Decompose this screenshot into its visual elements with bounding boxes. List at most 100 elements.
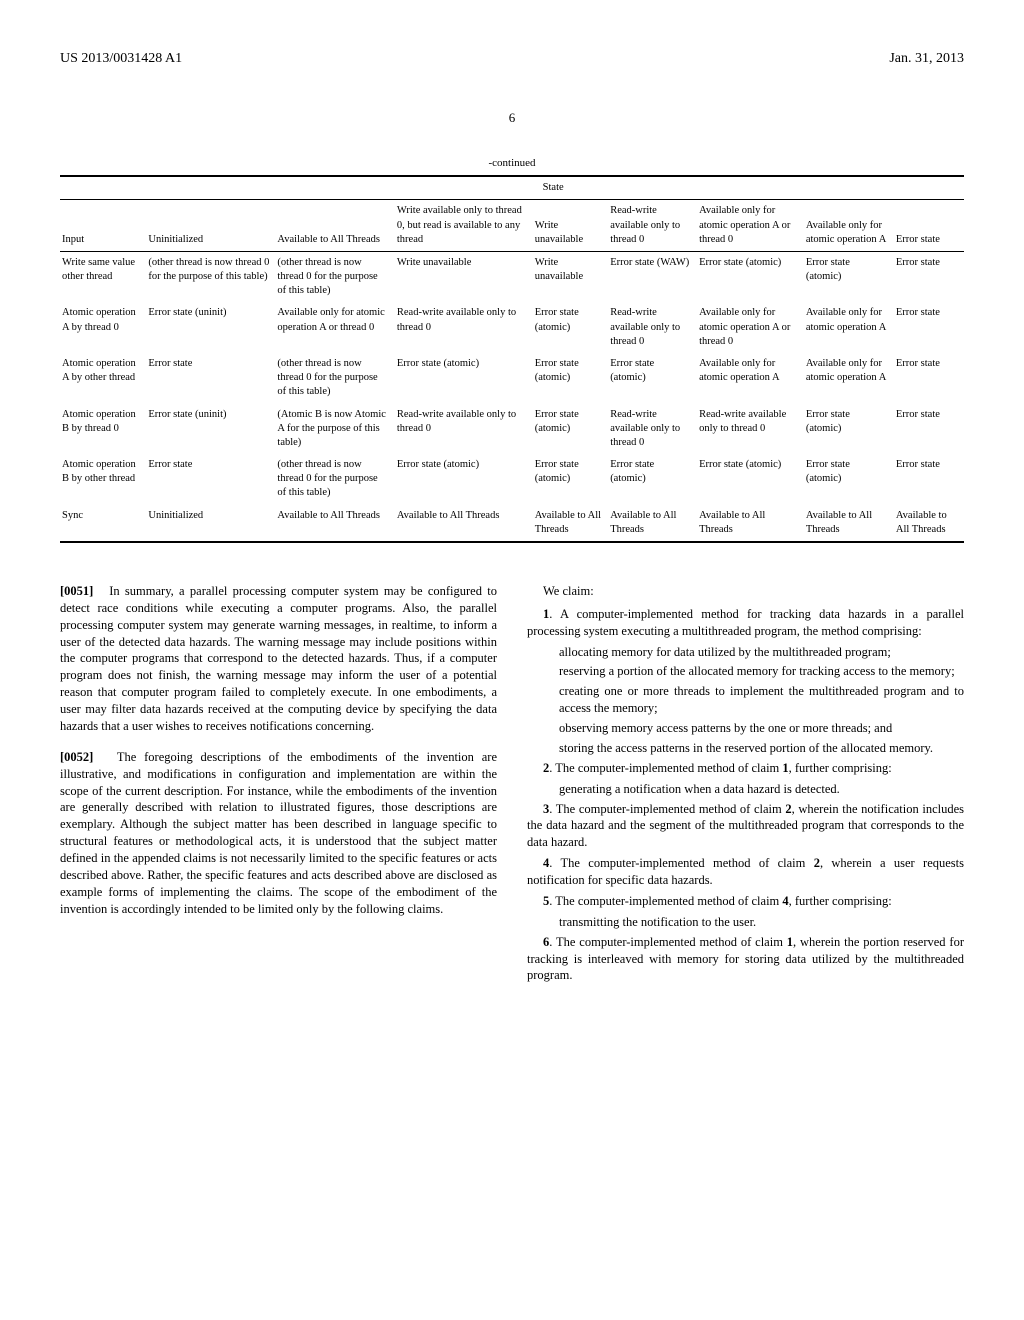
table-cell: (Atomic B is now Atomic A for the purpos… <box>275 404 394 455</box>
claim-2-step: generating a notification when a data ha… <box>543 781 964 798</box>
table-cell: Error state (atomic) <box>697 454 804 505</box>
page-header: US 2013/0031428 A1 Jan. 31, 2013 <box>60 50 964 69</box>
table-col-header: Read-write available only to thread 0 <box>608 200 697 252</box>
table-cell: (other thread is now thread 0 for the pu… <box>275 353 394 404</box>
claim-2-text: The computer-implemented method of claim… <box>555 761 891 775</box>
table-cell: Write unavailable <box>395 251 533 302</box>
table-col-header: Available only for atomic operation A <box>804 200 894 252</box>
table-cell: Error state <box>894 454 964 505</box>
left-column: [0051] In summary, a parallel processing… <box>60 583 497 988</box>
table-row-label: Write same value other thread <box>60 251 146 302</box>
table-cell: Available to All Threads <box>894 505 964 542</box>
table-row: Sync Uninitialized Available to All Thre… <box>60 505 964 542</box>
table-cell: Available to All Threads <box>395 505 533 542</box>
table-cell: Error state <box>894 302 964 353</box>
continued-label: -continued <box>60 156 964 171</box>
table-cell: Available only for atomic operation A or… <box>697 302 804 353</box>
paragraph-0052: [0052] The foregoing descriptions of the… <box>60 749 497 918</box>
claim-4: 4. The computer-implemented method of cl… <box>527 855 964 889</box>
claim-1-step: creating one or more threads to implemen… <box>543 683 964 717</box>
table-cell: Available to All Threads <box>697 505 804 542</box>
table-cell: Error state <box>894 404 964 455</box>
table-input-header: Input <box>60 200 146 252</box>
table-cell: Error state (atomic) <box>804 251 894 302</box>
table-cell: Available to All Threads <box>275 505 394 542</box>
table-row: Atomic operation B by thread 0 Error sta… <box>60 404 964 455</box>
para-number: [0051] <box>60 584 93 598</box>
table-row: Atomic operation B by other thread Error… <box>60 454 964 505</box>
table-cell: Error state (atomic) <box>608 454 697 505</box>
we-claim: We claim: <box>527 583 964 600</box>
table-cell: Write unavailable <box>533 251 608 302</box>
table-col-header: Error state <box>894 200 964 252</box>
table-cell: Available only for atomic operation A <box>804 353 894 404</box>
claim-5-step: transmitting the notification to the use… <box>543 914 964 931</box>
para-text: The foregoing descriptions of the embodi… <box>60 750 497 916</box>
claim-6-text: The computer-implemented method of claim… <box>527 935 964 983</box>
table-cell: Error state (atomic) <box>804 404 894 455</box>
table-cell: (other thread is now thread 0 for the pu… <box>275 251 394 302</box>
claim-2: 2. The computer-implemented method of cl… <box>527 760 964 777</box>
table-cell: Read-write available only to thread 0 <box>697 404 804 455</box>
table-cell: Error state (atomic) <box>533 454 608 505</box>
claim-1-step: reserving a portion of the allocated mem… <box>543 663 964 680</box>
table-cell: Error state (atomic) <box>533 302 608 353</box>
table-cell: Uninitialized <box>146 505 275 542</box>
table-cell: Available to All Threads <box>804 505 894 542</box>
table-col-header: Available to All Threads <box>275 200 394 252</box>
claim-6: 6. The computer-implemented method of cl… <box>527 934 964 985</box>
para-number: [0052] <box>60 750 93 764</box>
claim-1-step: observing memory access patterns by the … <box>543 720 964 737</box>
body-columns: [0051] In summary, a parallel processing… <box>60 583 964 988</box>
table-row-label: Atomic operation A by thread 0 <box>60 302 146 353</box>
table-row: Atomic operation A by other thread Error… <box>60 353 964 404</box>
table-cell: Error state (atomic) <box>533 353 608 404</box>
table-group-header: State <box>146 176 964 200</box>
table-col-header: Write available only to thread 0, but re… <box>395 200 533 252</box>
table-cell: Error state <box>146 454 275 505</box>
table-cell: Error state (atomic) <box>804 454 894 505</box>
table-cell: (other thread is now thread 0 for the pu… <box>275 454 394 505</box>
table-cell: Error state (WAW) <box>608 251 697 302</box>
publication-date: Jan. 31, 2013 <box>889 50 964 69</box>
table-cell: Error state (atomic) <box>533 404 608 455</box>
table-cell: Error state (atomic) <box>697 251 804 302</box>
table-row-label: Atomic operation B by thread 0 <box>60 404 146 455</box>
claim-5: 5. The computer-implemented method of cl… <box>527 893 964 910</box>
table-row: Write same value other thread (other thr… <box>60 251 964 302</box>
table-cell: Error state <box>894 251 964 302</box>
table-row-label: Atomic operation A by other thread <box>60 353 146 404</box>
publication-number: US 2013/0031428 A1 <box>60 50 182 69</box>
claim-1-text: A computer-implemented method for tracki… <box>527 607 964 638</box>
claim-1-step: allocating memory for data utilized by t… <box>543 644 964 661</box>
table-cell: Error state (atomic) <box>608 353 697 404</box>
claim-3-text: The computer-implemented method of claim… <box>527 802 964 850</box>
table-cell: Error state (atomic) <box>395 454 533 505</box>
table-cell: Error state <box>894 353 964 404</box>
table-cell: Error state (atomic) <box>395 353 533 404</box>
table-cell: Read-write available only to thread 0 <box>395 404 533 455</box>
state-transition-table: State Input Uninitialized Available to A… <box>60 175 964 543</box>
table-row-label: Sync <box>60 505 146 542</box>
table-cell: Available only for atomic operation A <box>697 353 804 404</box>
paragraph-0051: [0051] In summary, a parallel processing… <box>60 583 497 735</box>
table-cell: Error state (uninit) <box>146 302 275 353</box>
claim-5-text: The computer-implemented method of claim… <box>555 894 891 908</box>
table-row: Atomic operation A by thread 0 Error sta… <box>60 302 964 353</box>
table-cell: Read-write available only to thread 0 <box>608 302 697 353</box>
table-cell: Available only for atomic operation A or… <box>275 302 394 353</box>
right-column: We claim: 1. A computer-implemented meth… <box>527 583 964 988</box>
table-col-header: Available only for atomic operation A or… <box>697 200 804 252</box>
page-number: 6 <box>60 109 964 127</box>
table-col-header: Write unavailable <box>533 200 608 252</box>
table-col-header: Uninitialized <box>146 200 275 252</box>
table-row-label: Atomic operation B by other thread <box>60 454 146 505</box>
claim-4-text: The computer-implemented method of claim… <box>527 856 964 887</box>
claim-3: 3. The computer-implemented method of cl… <box>527 801 964 852</box>
table-cell: Error state (uninit) <box>146 404 275 455</box>
table-cell: Read-write available only to thread 0 <box>608 404 697 455</box>
para-text: In summary, a parallel processing comput… <box>60 584 497 733</box>
table-cell: (other thread is now thread 0 for the pu… <box>146 251 275 302</box>
claim-1-step: storing the access patterns in the reser… <box>543 740 964 757</box>
claim-1: 1. A computer-implemented method for tra… <box>527 606 964 640</box>
